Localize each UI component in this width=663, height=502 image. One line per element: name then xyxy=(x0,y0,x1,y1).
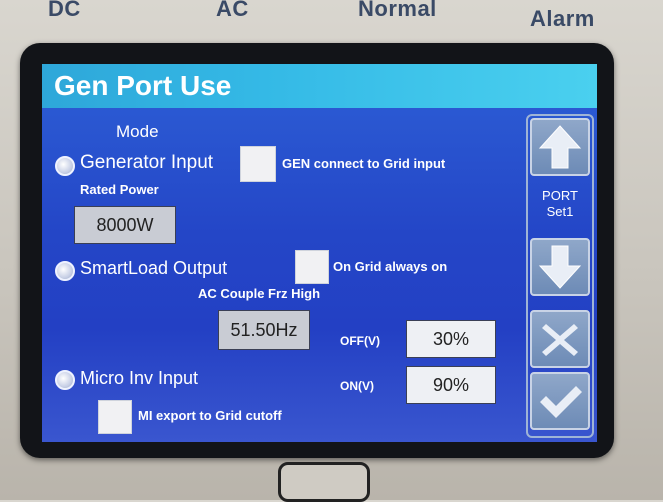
device-label-dc: DC xyxy=(48,0,81,21)
off-v-label: OFF(V) xyxy=(340,334,380,348)
off-v-field[interactable]: 30% xyxy=(406,320,496,358)
on-v-label: ON(V) xyxy=(340,379,374,393)
gen-connect-grid-checkbox[interactable] xyxy=(240,146,276,182)
smartload-output-label[interactable]: SmartLoad Output xyxy=(80,258,227,279)
cancel-button[interactable] xyxy=(530,310,590,368)
on-grid-always-on-label: On Grid always on xyxy=(333,259,448,274)
rated-power-label: Rated Power xyxy=(80,182,159,197)
arrow-up-icon xyxy=(538,125,582,169)
page-title: Gen Port Use xyxy=(54,70,232,101)
arrow-down-icon xyxy=(538,245,582,289)
ac-couple-frz-high-label: AC Couple Frz High xyxy=(198,286,321,301)
micro-inv-input-label[interactable]: Micro Inv Input xyxy=(80,368,198,389)
port-label-line2: Set1 xyxy=(546,204,574,219)
close-icon xyxy=(542,324,578,356)
rated-power-field[interactable]: 8000W xyxy=(74,206,176,244)
checkmark-icon xyxy=(540,386,582,418)
on-v-field[interactable]: 90% xyxy=(406,366,496,404)
side-button-panel: PORT Set1 xyxy=(526,114,594,438)
gen-connect-grid-label: GEN connect to Grid input xyxy=(282,156,446,171)
ac-couple-frz-high-field[interactable]: 51.50Hz xyxy=(218,310,310,350)
page-down-button[interactable] xyxy=(530,238,590,296)
mode-label: Mode xyxy=(116,122,159,141)
port-label-line1: PORT xyxy=(542,188,578,203)
mi-export-grid-cutoff-checkbox[interactable] xyxy=(98,400,132,434)
generator-input-radio[interactable] xyxy=(55,156,75,176)
device-label-alarm: Alarm xyxy=(530,6,595,31)
micro-inv-input-radio[interactable] xyxy=(55,370,75,390)
confirm-button[interactable] xyxy=(530,372,590,430)
device-label-ac: AC xyxy=(216,0,249,21)
generator-input-label[interactable]: Generator Input xyxy=(80,152,213,174)
on-grid-always-on-checkbox[interactable] xyxy=(295,250,329,284)
smartload-output-radio[interactable] xyxy=(55,261,75,281)
bottom-device-tab xyxy=(278,462,370,502)
mi-export-grid-cutoff-label: MI export to Grid cutoff xyxy=(138,408,282,423)
page-up-button[interactable] xyxy=(530,118,590,176)
title-bar: Gen Port Use xyxy=(42,64,597,108)
display-screen: Gen Port Use Mode Generator Input GEN co… xyxy=(42,64,597,442)
device-label-normal: Normal xyxy=(358,0,437,21)
